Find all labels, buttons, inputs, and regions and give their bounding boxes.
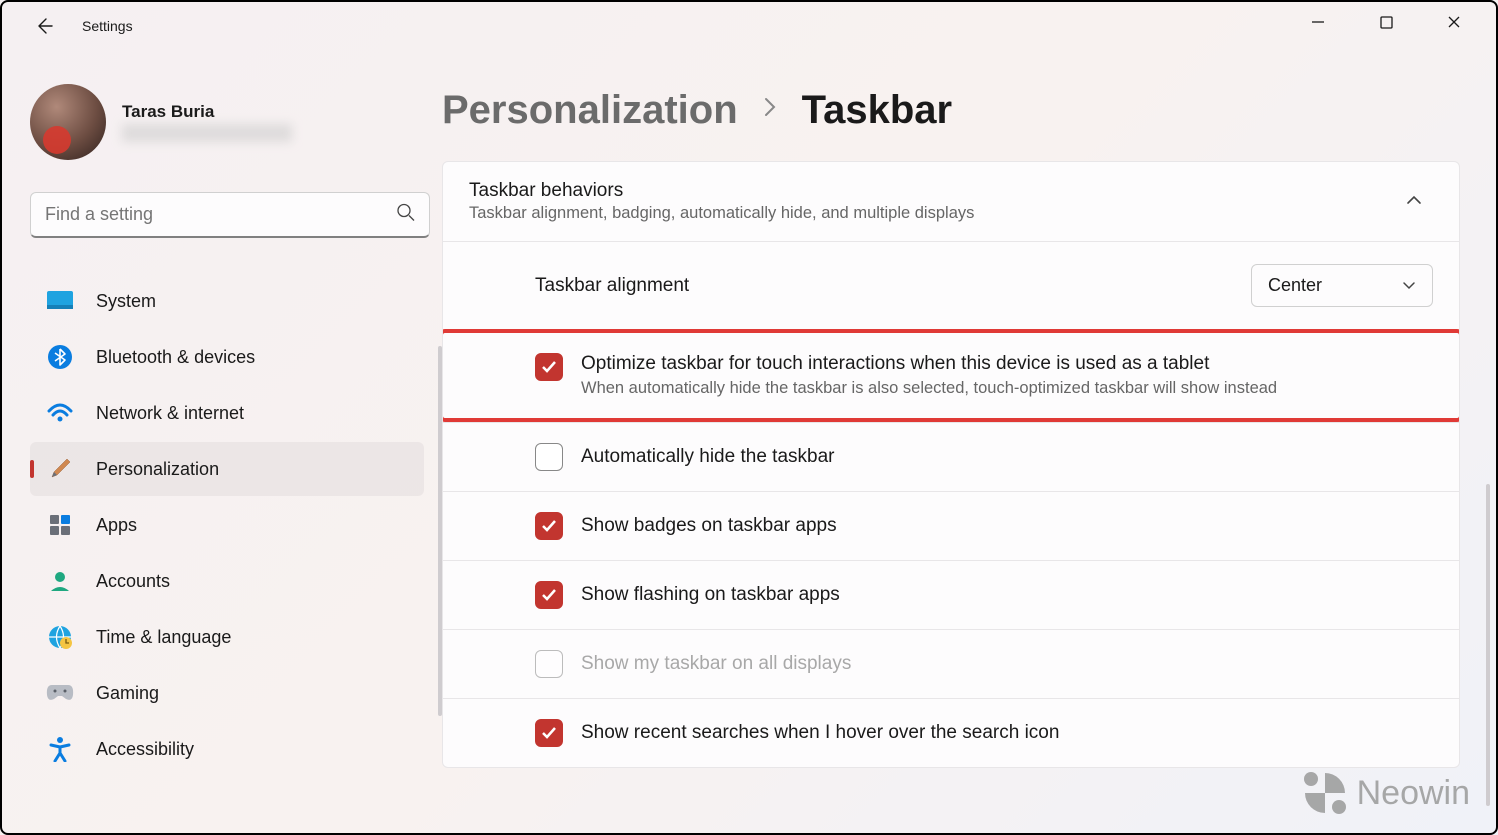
all-displays-checkbox	[535, 650, 563, 678]
card-title: Taskbar behaviors	[469, 180, 1405, 202]
breadcrumb: Personalization Taskbar	[442, 88, 1460, 133]
clock-globe-icon	[46, 623, 74, 651]
auto-hide-checkbox[interactable]	[535, 443, 563, 471]
recent-searches-checkbox[interactable]	[535, 719, 563, 747]
flashing-checkbox[interactable]	[535, 581, 563, 609]
dropdown-value: Center	[1268, 275, 1322, 296]
avatar	[30, 84, 106, 160]
sidebar-item-bluetooth[interactable]: Bluetooth & devices	[30, 330, 424, 384]
accounts-icon	[46, 567, 74, 595]
nav: System Bluetooth & devices Network & int…	[30, 274, 424, 776]
sidebar-item-label: Accounts	[96, 571, 170, 592]
sidebar-item-accounts[interactable]: Accounts	[30, 554, 424, 608]
sidebar-item-network[interactable]: Network & internet	[30, 386, 424, 440]
profile-name: Taras Buria	[122, 102, 292, 122]
sidebar-item-gaming[interactable]: Gaming	[30, 666, 424, 720]
row-label: Optimize taskbar for touch interactions …	[581, 353, 1277, 375]
row-recent-searches: Show recent searches when I hover over t…	[443, 698, 1459, 767]
taskbar-behaviors-card: Taskbar behaviors Taskbar alignment, bad…	[442, 161, 1460, 768]
card-subtitle: Taskbar alignment, badging, automaticall…	[469, 204, 1405, 223]
search-input[interactable]	[30, 192, 430, 238]
chevron-right-icon	[762, 95, 778, 126]
watermark-logo-icon	[1303, 771, 1347, 815]
main-scrollbar[interactable]	[1486, 484, 1490, 806]
check-icon	[540, 724, 558, 742]
row-subtitle: When automatically hide the taskbar is a…	[581, 379, 1277, 398]
sidebar-item-time[interactable]: Time & language	[30, 610, 424, 664]
optimize-touch-checkbox[interactable]	[535, 353, 563, 381]
sidebar-item-label: Apps	[96, 515, 137, 536]
sidebar-item-apps[interactable]: Apps	[30, 498, 424, 552]
accessibility-icon	[46, 735, 74, 763]
profile-block[interactable]: Taras Buria	[30, 84, 424, 160]
titlebar: Settings	[2, 2, 1496, 50]
highlighted-setting: Optimize taskbar for touch interactions …	[442, 329, 1460, 422]
row-label: Show badges on taskbar apps	[581, 515, 1433, 537]
row-auto-hide: Automatically hide the taskbar	[443, 422, 1459, 491]
profile-email	[122, 124, 292, 142]
breadcrumb-current: Taskbar	[802, 88, 952, 133]
main-content: Personalization Taskbar Taskbar behavior…	[442, 50, 1496, 833]
check-icon	[540, 586, 558, 604]
app-title: Settings	[82, 18, 133, 34]
sidebar-item-personalization[interactable]: Personalization	[30, 442, 424, 496]
sidebar-item-label: Personalization	[96, 459, 219, 480]
minimize-icon	[1311, 15, 1325, 29]
sidebar-item-accessibility[interactable]: Accessibility	[30, 722, 424, 776]
row-taskbar-alignment: Taskbar alignment Center	[443, 241, 1459, 329]
paintbrush-icon	[46, 455, 74, 483]
alignment-dropdown[interactable]: Center	[1251, 264, 1433, 307]
sidebar-item-system[interactable]: System	[30, 274, 424, 328]
sidebar-item-label: Accessibility	[96, 739, 194, 760]
row-label: Automatically hide the taskbar	[581, 446, 1433, 468]
back-button[interactable]	[24, 6, 64, 46]
sidebar-item-label: Bluetooth & devices	[96, 347, 255, 368]
maximize-icon	[1380, 16, 1393, 29]
sidebar-item-label: Network & internet	[96, 403, 244, 424]
search-box	[30, 192, 430, 238]
row-label: Show flashing on taskbar apps	[581, 584, 1433, 606]
chevron-up-icon	[1405, 193, 1423, 211]
back-arrow-icon	[34, 16, 54, 36]
check-icon	[540, 358, 558, 376]
row-label: Show recent searches when I hover over t…	[581, 722, 1433, 744]
system-icon	[46, 287, 74, 315]
bluetooth-icon	[46, 343, 74, 371]
row-all-displays: Show my taskbar on all displays	[443, 629, 1459, 698]
breadcrumb-parent[interactable]: Personalization	[442, 88, 738, 133]
maximize-button[interactable]	[1352, 2, 1420, 42]
sidebar: Taras Buria System Bluetooth & devices N…	[2, 50, 442, 833]
card-header[interactable]: Taskbar behaviors Taskbar alignment, bad…	[443, 162, 1459, 241]
row-label: Taskbar alignment	[535, 275, 1233, 297]
minimize-button[interactable]	[1284, 2, 1352, 42]
apps-icon	[46, 511, 74, 539]
row-badges: Show badges on taskbar apps	[443, 491, 1459, 560]
row-optimize-touch: Optimize taskbar for touch interactions …	[443, 333, 1459, 418]
search-icon[interactable]	[396, 203, 416, 228]
sidebar-scrollbar[interactable]	[438, 346, 442, 716]
sidebar-item-label: Time & language	[96, 627, 231, 648]
row-label: Show my taskbar on all displays	[581, 653, 1433, 675]
badges-checkbox[interactable]	[535, 512, 563, 540]
chevron-down-icon	[1402, 281, 1416, 291]
wifi-icon	[46, 399, 74, 427]
close-icon	[1447, 15, 1461, 29]
sidebar-item-label: Gaming	[96, 683, 159, 704]
watermark: Neowin	[1303, 771, 1470, 815]
check-icon	[540, 517, 558, 535]
close-button[interactable]	[1420, 2, 1488, 42]
watermark-text: Neowin	[1357, 774, 1470, 813]
sidebar-item-label: System	[96, 291, 156, 312]
row-flashing: Show flashing on taskbar apps	[443, 560, 1459, 629]
window-controls	[1284, 2, 1488, 50]
gamepad-icon	[46, 679, 74, 707]
